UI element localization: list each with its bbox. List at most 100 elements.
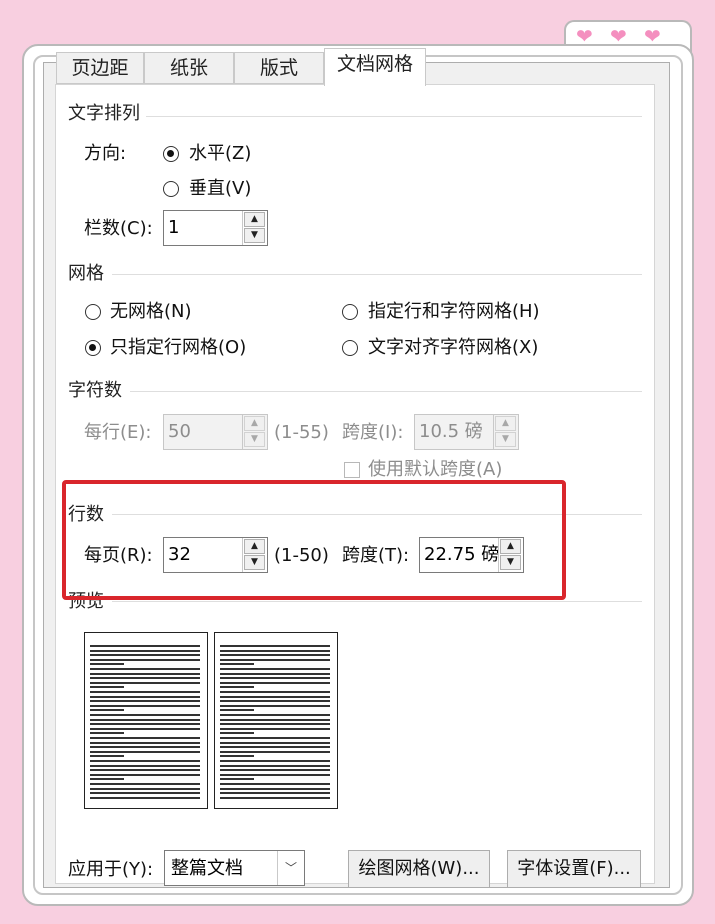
preview-text-line [90,778,124,781]
section-divider [112,601,642,602]
section-divider [146,116,642,117]
lines-only-grid-label[interactable]: 只指定行网格(O) [110,336,246,360]
preview-text-line [220,727,330,730]
preview-text-line [220,746,330,749]
preview-text-line [90,727,200,730]
char-pitch-value[interactable]: 10.5 磅 [419,419,483,445]
preview-text-line [90,796,200,799]
chars-per-line-spinner[interactable]: 50 ▲ ▼ [163,414,268,450]
chars-per-line-value[interactable]: 50 [168,419,191,445]
preview-text-line [220,732,254,735]
tab-document-grid[interactable]: 文档网格 [324,48,426,86]
heart-icon: ❤ [644,24,661,48]
apply-to-dropdown[interactable]: 整篇文档 ﹀ [164,850,305,886]
preview-text-line [90,700,200,703]
preview-text-line [90,746,200,749]
preview-text-line [220,760,330,762]
preview-text-line [90,658,200,661]
default-pitch-label[interactable]: 使用默认跨度(A) [368,458,502,482]
preview-text-line [90,672,200,675]
preview-text-line [220,668,330,670]
default-pitch-checkbox[interactable] [344,462,360,478]
font-settings-button[interactable]: 字体设置(F)... [507,850,641,888]
preview-text-line [220,645,330,647]
preview-text-line [220,737,330,739]
spin-up-icon[interactable]: ▲ [495,416,516,431]
preview-text-line [220,681,330,684]
preview-text-line [90,755,124,758]
preview-text-line [90,737,200,739]
preview-text-line [220,764,330,767]
direction-label: 方向: [84,143,127,164]
columns-label: 栏数(C): [84,218,153,239]
preview-text-line [220,649,330,652]
preview-text-line [90,677,200,680]
spin-down-icon[interactable]: ▼ [495,432,516,447]
preview-text-line [220,750,330,753]
preview-text-line [90,750,200,753]
direction-vertical-radio[interactable] [163,181,179,197]
preview-text-line [90,681,200,684]
line-and-char-grid-label[interactable]: 指定行和字符网格(H) [368,300,540,324]
preview-text-line [220,663,254,666]
chevron-down-icon[interactable]: ﹀ [277,851,304,885]
preview-text-line [220,787,330,790]
text-arrangement-heading: 文字排列 [68,103,140,124]
tab-layout[interactable]: 版式 [234,52,324,84]
spin-up-icon[interactable]: ▲ [244,416,265,431]
preview-page-right [214,632,338,809]
draw-grid-button[interactable]: 绘图网格(W)... [348,850,490,888]
preview-text-line [220,778,254,781]
direction-vertical-label[interactable]: 垂直(V) [189,177,251,201]
highlight-box [62,480,566,600]
preview-text-line [220,783,330,785]
columns-spinner[interactable]: 1 ▲ ▼ [163,210,268,246]
preview-text-line [220,792,330,795]
line-and-char-grid-radio[interactable] [342,304,358,320]
preview-text-line [220,741,330,744]
spin-down-icon[interactable]: ▼ [244,228,265,243]
preview-text-line [90,691,200,693]
tab-margins[interactable]: 页边距 [56,52,144,84]
lines-only-grid-radio[interactable] [85,340,101,356]
preview-text-line [220,796,330,799]
preview-text-line [90,709,124,712]
columns-value[interactable]: 1 [168,215,179,241]
preview-text-line [220,677,330,680]
preview-text-line [220,700,330,703]
preview-text-line [90,764,200,767]
heart-icon: ❤ [576,24,593,48]
preview-text-line [220,755,254,758]
preview-text-line [220,769,330,772]
apply-to-value[interactable]: 整篇文档 [171,856,243,882]
preview-text-line [90,686,124,689]
tab-paper[interactable]: 纸张 [144,52,234,84]
preview-text-line [90,704,200,707]
preview-text-line [90,773,200,776]
preview-text-line [220,686,254,689]
direction-horizontal-radio[interactable] [163,146,179,162]
char-pitch-spinner[interactable]: 10.5 磅 ▲ ▼ [414,414,519,450]
section-divider [112,274,642,275]
snap-to-char-grid-label[interactable]: 文字对齐字符网格(X) [368,336,538,360]
preview-text-line [90,741,200,744]
preview-text-line [90,760,200,762]
preview-text-line [90,663,124,666]
preview-text-line [220,718,330,721]
snap-to-char-grid-radio[interactable] [342,340,358,356]
preview-text-line [90,718,200,721]
preview-page-left [84,632,208,809]
no-grid-label[interactable]: 无网格(N) [110,300,192,324]
spin-up-icon[interactable]: ▲ [244,212,265,227]
preview-text-line [90,645,200,647]
preview-text-line [90,783,200,785]
no-grid-radio[interactable] [85,304,101,320]
direction-horizontal-label[interactable]: 水平(Z) [189,142,251,166]
preview-text-line [90,654,200,657]
grid-heading: 网格 [68,263,104,284]
preview-text-line [90,714,200,716]
preview-text-line [90,695,200,698]
spin-down-icon[interactable]: ▼ [244,432,265,447]
preview-text-line [90,732,124,735]
preview-text-line [220,704,330,707]
